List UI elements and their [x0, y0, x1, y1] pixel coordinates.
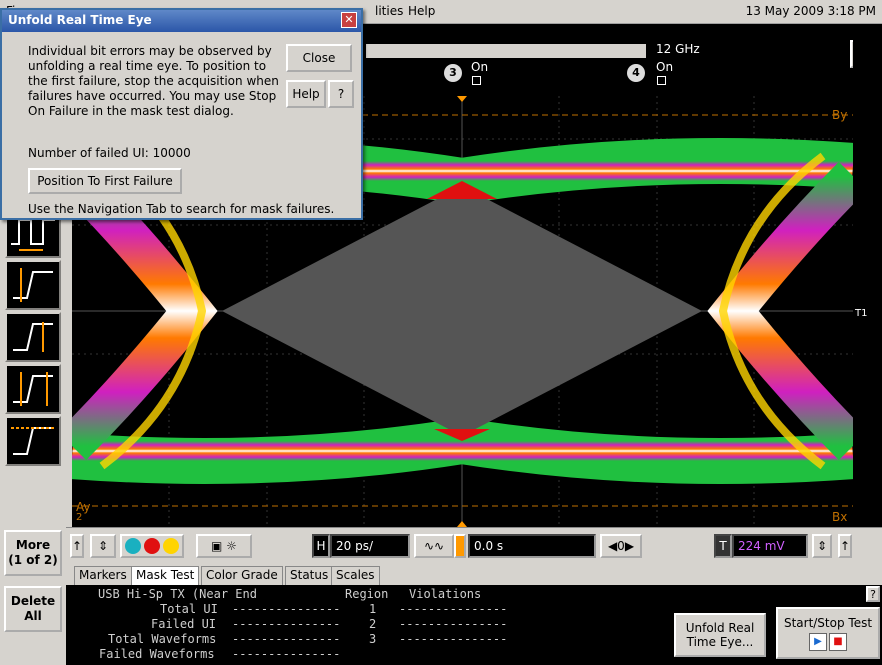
- menu-utilities[interactable]: lities: [375, 4, 403, 18]
- panel-help-button[interactable]: ?: [866, 586, 880, 602]
- datetime: 13 May 2009 3:18 PM: [745, 4, 876, 18]
- zoom-stepper[interactable]: ◀ 0 ▶: [600, 534, 642, 558]
- tab-status[interactable]: Status: [285, 566, 334, 585]
- close-icon[interactable]: ✕: [341, 12, 357, 28]
- ch4-on-checkbox[interactable]: [657, 76, 666, 85]
- tool-falltime-icon[interactable]: [5, 364, 61, 414]
- cyan-dot-icon[interactable]: [125, 538, 141, 554]
- failed-ui-count: Number of failed UI: 10000: [28, 146, 191, 160]
- row-region-1: 1: [369, 602, 377, 616]
- tool-vamp-icon[interactable]: [5, 312, 61, 362]
- dialog-message: Individual bit errors may be observed by…: [28, 44, 279, 118]
- trigger-pos-icon[interactable]: [454, 534, 466, 558]
- tool-vtop-icon[interactable]: [5, 416, 61, 466]
- unfold-dialog: Unfold Real Time Eye ✕ Individual bit er…: [0, 8, 363, 220]
- right-margin: T1: [853, 24, 882, 531]
- tab-bar: Markers Mask Test Color Grade Status Sca…: [66, 565, 882, 585]
- row-region-3: 3: [369, 632, 377, 646]
- row-violations-3: ---------------: [399, 632, 508, 646]
- help-pointer-glyph: ?: [337, 87, 345, 101]
- trigger-level-field[interactable]: 224 mV: [732, 534, 808, 558]
- close-button[interactable]: Close: [286, 44, 352, 72]
- channel-4-icon[interactable]: 4: [627, 64, 645, 82]
- violations-header: Violations: [409, 587, 482, 601]
- row-total-waveforms-dashes: ---------------: [232, 632, 341, 646]
- whats-this-icon[interactable]: ?: [328, 80, 354, 108]
- tab-markers[interactable]: Markers: [74, 566, 132, 585]
- tab-mask-test[interactable]: Mask Test: [131, 566, 200, 585]
- stepper-icon[interactable]: ⇕: [90, 534, 116, 558]
- menu-help[interactable]: Help: [408, 4, 435, 18]
- trigger-position-field[interactable]: 0.0 s: [468, 534, 596, 558]
- region-header: Region: [345, 587, 389, 601]
- dialog-title: Unfold Real Time Eye: [8, 13, 152, 27]
- yellow-dot-icon[interactable]: [163, 538, 179, 554]
- bandwidth-label: 12 GHz: [656, 42, 700, 56]
- trigger-marker: T1: [855, 308, 868, 319]
- row-total-waveforms-label: Total Waveforms: [108, 632, 217, 646]
- start-stop-label: Start/Stop Test: [783, 615, 873, 630]
- timebase-field[interactable]: 20 ps/: [330, 534, 410, 558]
- h-label: H: [312, 534, 330, 558]
- ch4-on-label: On: [656, 60, 674, 74]
- unfold-real-time-eye-button[interactable]: Unfold Real Time Eye...: [674, 613, 766, 657]
- tool-risetime-icon[interactable]: [5, 260, 61, 310]
- row-failed-ui-label: Failed UI: [151, 617, 217, 631]
- row-failed-waveforms-label: Failed Waveforms: [99, 647, 215, 661]
- t-label: T: [714, 534, 732, 558]
- ch3-on-label: On: [471, 60, 489, 74]
- row-failed-ui-dashes: ---------------: [232, 617, 341, 631]
- tab-scales[interactable]: Scales: [331, 566, 380, 585]
- marker-by-label: By: [832, 108, 848, 122]
- ch3-on-checkbox[interactable]: [472, 76, 481, 85]
- delete-label: Delete: [10, 594, 56, 608]
- control-bar: ↑ ⇕ ▣ ☼ H 20 ps/ ∿∿ 0.0 s ◀ 0 ▶ T 224 mV…: [66, 527, 882, 565]
- bandwidth-slider[interactable]: [366, 44, 646, 58]
- marker-ay-sub-label: 2: [76, 512, 83, 523]
- level-stepper-icon[interactable]: ⇕: [812, 534, 832, 558]
- more-sub-label: (1 of 2): [8, 553, 58, 567]
- delete-sub-label: All: [24, 609, 42, 623]
- arrow-up-right-icon[interactable]: ↑: [838, 534, 852, 558]
- row-total-ui-dashes: ---------------: [232, 602, 341, 616]
- zoom-value: 0: [617, 539, 625, 553]
- red-dot-icon[interactable]: [144, 538, 160, 554]
- row-violations-2: ---------------: [399, 617, 508, 631]
- arrow-up-icon[interactable]: ↑: [70, 534, 84, 558]
- navigation-hint: Use the Navigation Tab to search for mas…: [28, 202, 335, 216]
- play-icon[interactable]: ▶: [809, 632, 827, 651]
- start-stop-test-button[interactable]: Start/Stop Test ▶ ■: [776, 607, 880, 659]
- display-tools-icon[interactable]: ▣ ☼: [196, 534, 252, 558]
- row-violations-1: ---------------: [399, 602, 508, 616]
- more-label: More: [15, 538, 51, 552]
- position-first-failure-button[interactable]: Position To First Failure: [28, 168, 182, 194]
- row-failed-waveforms-dashes: ---------------: [232, 647, 341, 661]
- waveform-mode-icon[interactable]: ∿∿: [414, 534, 454, 558]
- row-total-ui-label: Total UI: [160, 602, 218, 616]
- help-button[interactable]: Help: [286, 80, 326, 108]
- delete-all-button[interactable]: Delete All: [4, 586, 62, 632]
- channel-3-icon[interactable]: 3: [444, 64, 462, 82]
- stop-icon[interactable]: ■: [829, 632, 847, 651]
- color-selector[interactable]: [120, 534, 184, 558]
- more-button[interactable]: More (1 of 2): [4, 530, 62, 576]
- mask-header: USB Hi-Sp TX (Near End: [98, 587, 257, 601]
- tab-color-grade[interactable]: Color Grade: [201, 566, 283, 585]
- row-region-2: 2: [369, 617, 377, 631]
- dialog-title-bar: Unfold Real Time Eye ✕: [2, 10, 361, 32]
- marker-bx-label: Bx: [832, 510, 848, 524]
